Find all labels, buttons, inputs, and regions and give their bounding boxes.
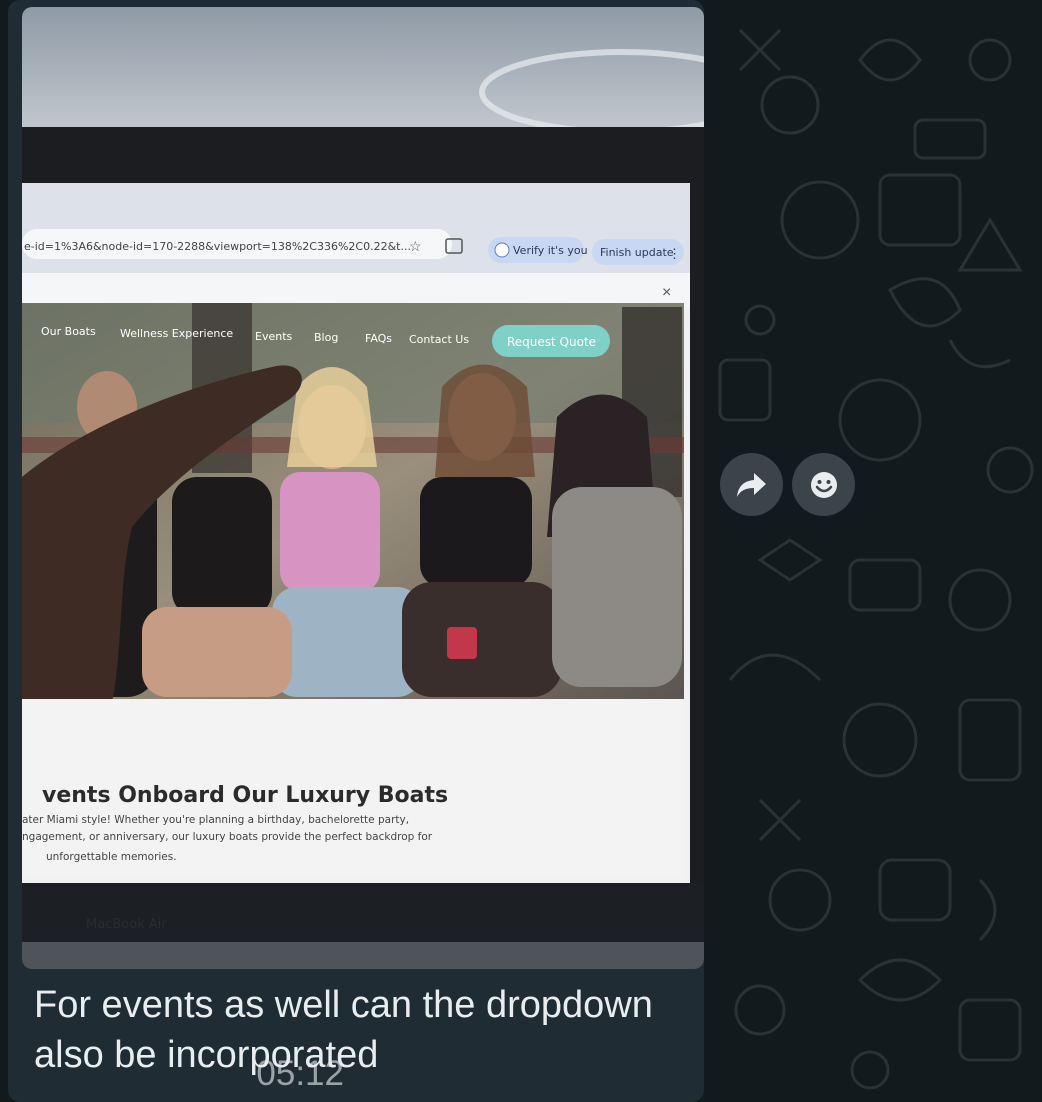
forward-button[interactable] — [720, 453, 783, 516]
nav-our-boats[interactable]: Our Boats — [41, 325, 96, 338]
section-body-1: ater Miami style! Whether you're plannin… — [22, 814, 409, 826]
section-heading: vents Onboard Our Luxury Boats — [42, 783, 448, 808]
message-bubble[interactable]: e-id=1%3A6&node-id=170-2288&viewport=138… — [8, 0, 704, 1102]
react-button[interactable] — [792, 453, 855, 516]
car-ceiling — [22, 7, 704, 147]
browser-toolbar — [22, 183, 690, 273]
nav-blog[interactable]: Blog — [314, 331, 338, 344]
message-caption: For events as well can the dropdown also… — [34, 984, 653, 1076]
close-icon[interactable]: × — [662, 284, 671, 301]
address-url: e-id=1%3A6&node-id=170-2288&viewport=138… — [24, 240, 411, 253]
nav-events[interactable]: Events — [255, 330, 293, 343]
laptop-label: MacBook Air — [86, 917, 167, 932]
section-body-2: ngagement, or anniversary, our luxury bo… — [22, 831, 433, 843]
message-time: 05:12 — [256, 1054, 344, 1093]
nav-faqs[interactable]: FAQs — [365, 332, 392, 345]
verify-label: Verify it's you — [513, 244, 588, 257]
more-menu-icon[interactable]: ⋮ — [668, 246, 681, 261]
emoji-icon — [810, 471, 837, 498]
request-quote-label: Request Quote — [507, 335, 596, 349]
finish-update-label: Finish update — [600, 246, 674, 259]
bookmark-star-icon[interactable]: ☆ — [409, 238, 422, 254]
nav-wellness-experience[interactable]: Wellness Experience — [120, 327, 233, 340]
photo-content: e-id=1%3A6&node-id=170-2288&viewport=138… — [22, 7, 704, 969]
nav-contact-us[interactable]: Contact Us — [409, 333, 469, 346]
forward-icon — [736, 472, 766, 497]
message-photo[interactable]: e-id=1%3A6&node-id=170-2288&viewport=138… — [22, 7, 704, 969]
section-body-3: unforgettable memories. — [46, 851, 177, 863]
